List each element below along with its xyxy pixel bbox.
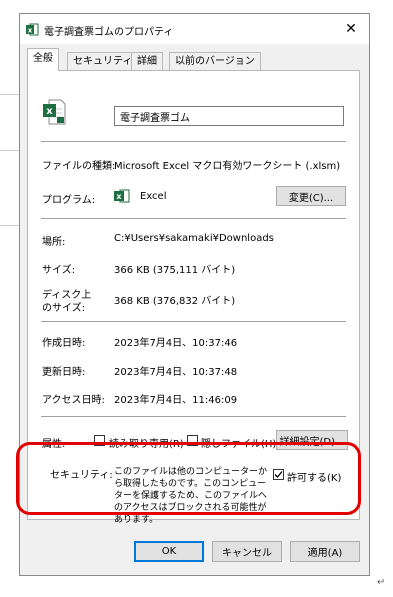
disk-size-label: のサイズ: (42, 303, 86, 314)
tab-label: 全般 (33, 53, 53, 64)
separator (41, 218, 346, 219)
hidden-checkbox[interactable] (187, 435, 198, 446)
disk-size-value: 368 KB (376,832 バイト) (114, 296, 236, 307)
file-type-value: Microsoft Excel マクロ有効ワークシート (.xlsm) (114, 161, 341, 172)
modified-label: 更新日時: (42, 367, 86, 378)
tab-general[interactable]: 全般 (27, 48, 59, 71)
background-line (0, 94, 20, 95)
svg-text:x: x (46, 106, 53, 117)
window-title: 電子調査票ゴムのプロパティ (44, 27, 174, 38)
readonly-checkbox[interactable] (94, 435, 105, 446)
svg-text:x: x (116, 192, 122, 201)
attributes-label: 属性: (42, 439, 66, 450)
size-label: サイズ: (42, 265, 76, 276)
tab-previous-versions[interactable]: 以前のバージョン (169, 52, 261, 70)
button-label: キャンセル (222, 548, 272, 559)
close-button[interactable]: ✕ (339, 18, 363, 40)
tab-label: 以前のバージョン (175, 56, 255, 67)
advanced-button[interactable]: 詳細設定(D)... (276, 430, 348, 450)
modified-value: 2023年7月4日、10:37:48 (114, 367, 238, 378)
check-icon (274, 471, 283, 478)
ok-button[interactable]: OK (134, 541, 204, 562)
background-line (0, 150, 20, 151)
created-label: 作成日時: (42, 338, 86, 349)
security-message: このファイルは他のコンピューターから取得したものです。このコンピューターを保護す… (114, 467, 268, 525)
created-value: 2023年7月4日、10:37:46 (114, 338, 238, 349)
security-label: セキュリティ: (50, 470, 113, 481)
tab-security[interactable]: セキュリティ (67, 52, 139, 70)
tab-details[interactable]: 詳細 (131, 52, 163, 70)
readonly-label: 読み取り専用(R) (109, 439, 184, 450)
background-line (0, 225, 20, 226)
general-panel: x ファイルの種類: Microsoft Excel マクロ有効ワークシート (… (27, 70, 360, 525)
file-type-label: ファイルの種類: (42, 161, 116, 172)
accessed-label: アクセス日時: (42, 395, 105, 406)
separator (41, 416, 346, 417)
excel-icon: x (114, 189, 130, 203)
location-label: 場所: (42, 237, 66, 248)
excel-file-icon: x (26, 23, 39, 36)
button-label: 適用(A) (307, 548, 343, 559)
svg-text:x: x (28, 26, 33, 34)
separator (41, 321, 346, 322)
tab-label: セキュリティ (73, 56, 133, 67)
program-value: Excel (140, 191, 167, 202)
program-label: プログラム: (42, 195, 96, 206)
return-mark: ↵ (377, 577, 386, 588)
button-label: OK (161, 546, 177, 557)
unblock-checkbox[interactable] (273, 469, 284, 480)
hidden-label: 隠しファイル(H) (201, 439, 277, 450)
unblock-label: 許可する(K) (287, 473, 342, 484)
apply-button[interactable]: 適用(A) (290, 541, 360, 562)
change-program-button[interactable]: 変更(C)... (276, 186, 346, 206)
accessed-value: 2023年7月4日、11:46:09 (114, 395, 238, 406)
button-label: 詳細設定(D)... (279, 436, 345, 448)
file-name-input[interactable] (114, 106, 344, 126)
properties-dialog: x 電子調査票ゴムのプロパティ ✕ 全般 セキュリティ 詳細 以前のバージョン … (19, 13, 370, 576)
size-value: 366 KB (375,111 バイト) (114, 265, 236, 276)
button-label: 変更(C)... (288, 192, 334, 204)
tab-label: 詳細 (137, 56, 157, 67)
title-bar: x 電子調査票ゴムのプロパティ ✕ (20, 14, 369, 44)
excel-file-icon: x (43, 99, 66, 125)
cancel-button[interactable]: キャンセル (212, 541, 282, 562)
location-value: C:¥Users¥sakamaki¥Downloads (114, 233, 274, 244)
close-icon: ✕ (345, 21, 357, 37)
separator (41, 141, 346, 142)
